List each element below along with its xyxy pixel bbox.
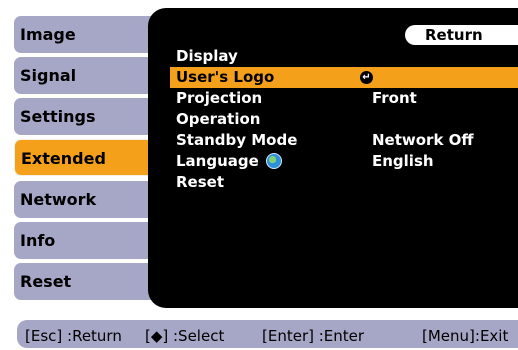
help-menu: [Menu]:Exit (422, 327, 509, 345)
help-select: [◆] :Select (145, 327, 225, 345)
tab-label: Extended (21, 149, 106, 168)
help-enter: [Enter] :Enter (262, 327, 365, 345)
tab-label: Signal (20, 66, 77, 85)
menu-item-reset[interactable]: Reset (170, 172, 518, 193)
row-label: Language (176, 152, 259, 170)
menu-item-projection[interactable]: Projection Front (170, 88, 518, 109)
row-label: Standby Mode (176, 131, 298, 149)
tab-extended[interactable]: Extended (14, 139, 158, 176)
tab-info[interactable]: Info (14, 222, 154, 259)
menu-item-standby-mode[interactable]: Standby Mode Network Off (170, 130, 518, 151)
menu-item-operation[interactable]: Operation (170, 109, 518, 130)
key-help-bar: [Esc] :Return [◆] :Select [Enter] :Enter… (17, 320, 518, 348)
menu-item-display[interactable]: Display (170, 46, 518, 67)
tab-signal[interactable]: Signal (14, 57, 154, 94)
row-label: Projection (176, 89, 263, 107)
row-label: Display (176, 47, 238, 65)
tab-label: Network (20, 190, 97, 209)
help-esc: [Esc] :Return (25, 327, 122, 345)
tab-settings[interactable]: Settings (14, 98, 154, 135)
tab-network[interactable]: Network (14, 181, 154, 218)
menu-item-users-logo[interactable]: User's Logo ↵ (170, 67, 518, 88)
menu-item-language[interactable]: Language English (170, 151, 518, 172)
row-label: Operation (176, 110, 261, 128)
tab-label: Info (20, 231, 56, 250)
tab-image[interactable]: Image (14, 16, 154, 53)
globe-icon (266, 153, 282, 169)
return-label: Return (425, 26, 483, 44)
row-value: Network Off (372, 131, 474, 149)
enter-icon: ↵ (360, 71, 373, 84)
tab-label: Reset (20, 272, 72, 291)
row-value: English (372, 152, 434, 170)
return-button[interactable]: Return (405, 25, 518, 45)
row-value: Front (372, 89, 417, 107)
tab-label: Settings (20, 107, 96, 126)
tab-label: Image (20, 25, 76, 44)
row-label: User's Logo (176, 68, 275, 86)
row-label: Reset (176, 173, 224, 191)
tab-reset[interactable]: Reset (14, 263, 154, 300)
